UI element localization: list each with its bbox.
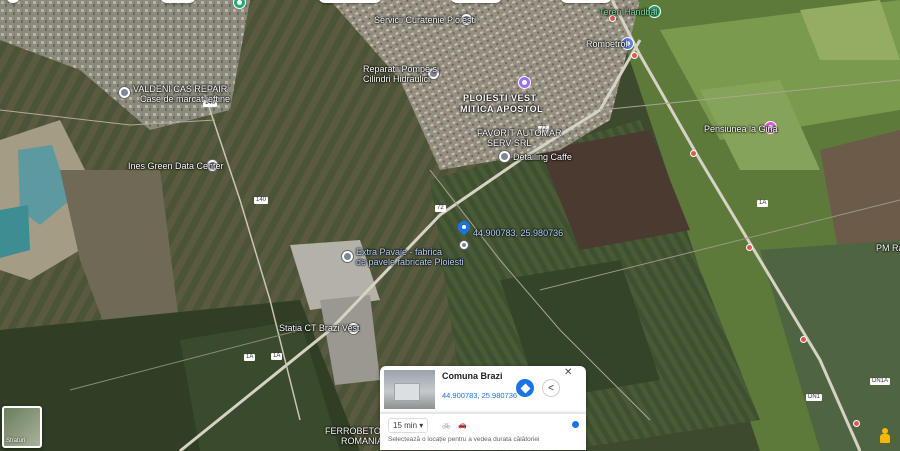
place-label[interactable]: de pavele fabricate Ploiesti — [356, 257, 464, 268]
street-view-pegman-icon[interactable] — [878, 428, 892, 444]
road-badge: DN1A — [870, 378, 891, 385]
map-center-icon — [459, 240, 469, 250]
place-label[interactable]: Cilindri Hidraulici — [363, 74, 430, 85]
close-icon[interactable]: ✕ — [564, 367, 572, 378]
road-badge: 140 — [254, 197, 269, 204]
top-chip[interactable] — [160, 0, 196, 3]
road-marker-icon — [690, 150, 697, 157]
place-label[interactable]: Teren Handbal — [599, 7, 658, 18]
road-marker-icon — [853, 420, 860, 427]
car-icon[interactable]: 🚗 — [458, 421, 467, 429]
layers-label: Straturi — [6, 438, 26, 444]
directions-icon — [520, 383, 530, 393]
shopping-pin-icon[interactable] — [518, 76, 531, 89]
directions-button[interactable] — [516, 379, 534, 397]
road-badge: 1A — [244, 354, 256, 361]
bike-icon[interactable]: 🚲 — [442, 421, 451, 429]
coordinates-label[interactable]: 44.900783, 25.980736 — [473, 228, 563, 239]
place-label[interactable]: Servicii Curatenie Ploiesti — [374, 15, 476, 26]
place-thumbnail[interactable] — [384, 370, 435, 409]
place-title: Comuna Brazi — [442, 371, 503, 381]
road-marker-icon — [631, 52, 638, 59]
travel-toggle[interactable] — [572, 421, 579, 428]
place-label[interactable]: Detailing Caffe — [513, 152, 572, 163]
place-pin-icon[interactable] — [498, 150, 511, 163]
top-chip[interactable] — [560, 0, 612, 3]
district-label: MITICA APOSTOL — [460, 104, 544, 114]
road-badge: 72 — [435, 205, 446, 212]
place-label[interactable]: PM Ran — [876, 243, 900, 254]
selected-location-pin-icon[interactable] — [455, 218, 473, 237]
place-pin-icon[interactable] — [118, 86, 131, 99]
place-label[interactable]: Ines Green Data Center — [128, 161, 224, 172]
place-label[interactable]: SERV SRL — [487, 138, 531, 149]
travel-hint-text: Selectează o locație pentru a vedea dura… — [388, 436, 540, 443]
place-label[interactable]: Rompetrol — [586, 39, 628, 50]
place-label[interactable]: Pensiunea la Gina — [704, 124, 778, 135]
district-label: PLOIESTI VEST — [463, 93, 537, 103]
travel-minutes-dropdown[interactable]: 15 min ▾ — [388, 418, 429, 433]
place-label[interactable]: ROMANIA — [341, 436, 383, 447]
road-badge: 1A — [271, 353, 283, 360]
top-chip[interactable] — [450, 0, 502, 3]
place-card[interactable]: Comuna Brazi 44.900783, 25.980736 ✕ < — [380, 366, 586, 413]
place-coordinates[interactable]: 44.900783, 25.980736 — [442, 391, 517, 400]
top-chip[interactable] — [318, 0, 382, 3]
road-badge: DN1 — [806, 394, 823, 401]
travel-time-bar[interactable]: 15 min ▾ 🚲 🚗 Selectează o locație pentru… — [380, 413, 586, 450]
road-marker-icon — [800, 336, 807, 343]
place-pin-icon[interactable] — [341, 250, 354, 263]
layers-button[interactable]: Straturi — [2, 406, 42, 448]
road-marker-icon — [746, 244, 753, 251]
road-badge: 1A — [757, 200, 769, 207]
share-button[interactable]: < — [542, 379, 560, 397]
place-label[interactable]: Case de marcat ieftine — [140, 94, 230, 105]
place-label[interactable]: Stația CT Brazi Vest — [279, 323, 359, 334]
share-icon: < — [548, 382, 554, 394]
